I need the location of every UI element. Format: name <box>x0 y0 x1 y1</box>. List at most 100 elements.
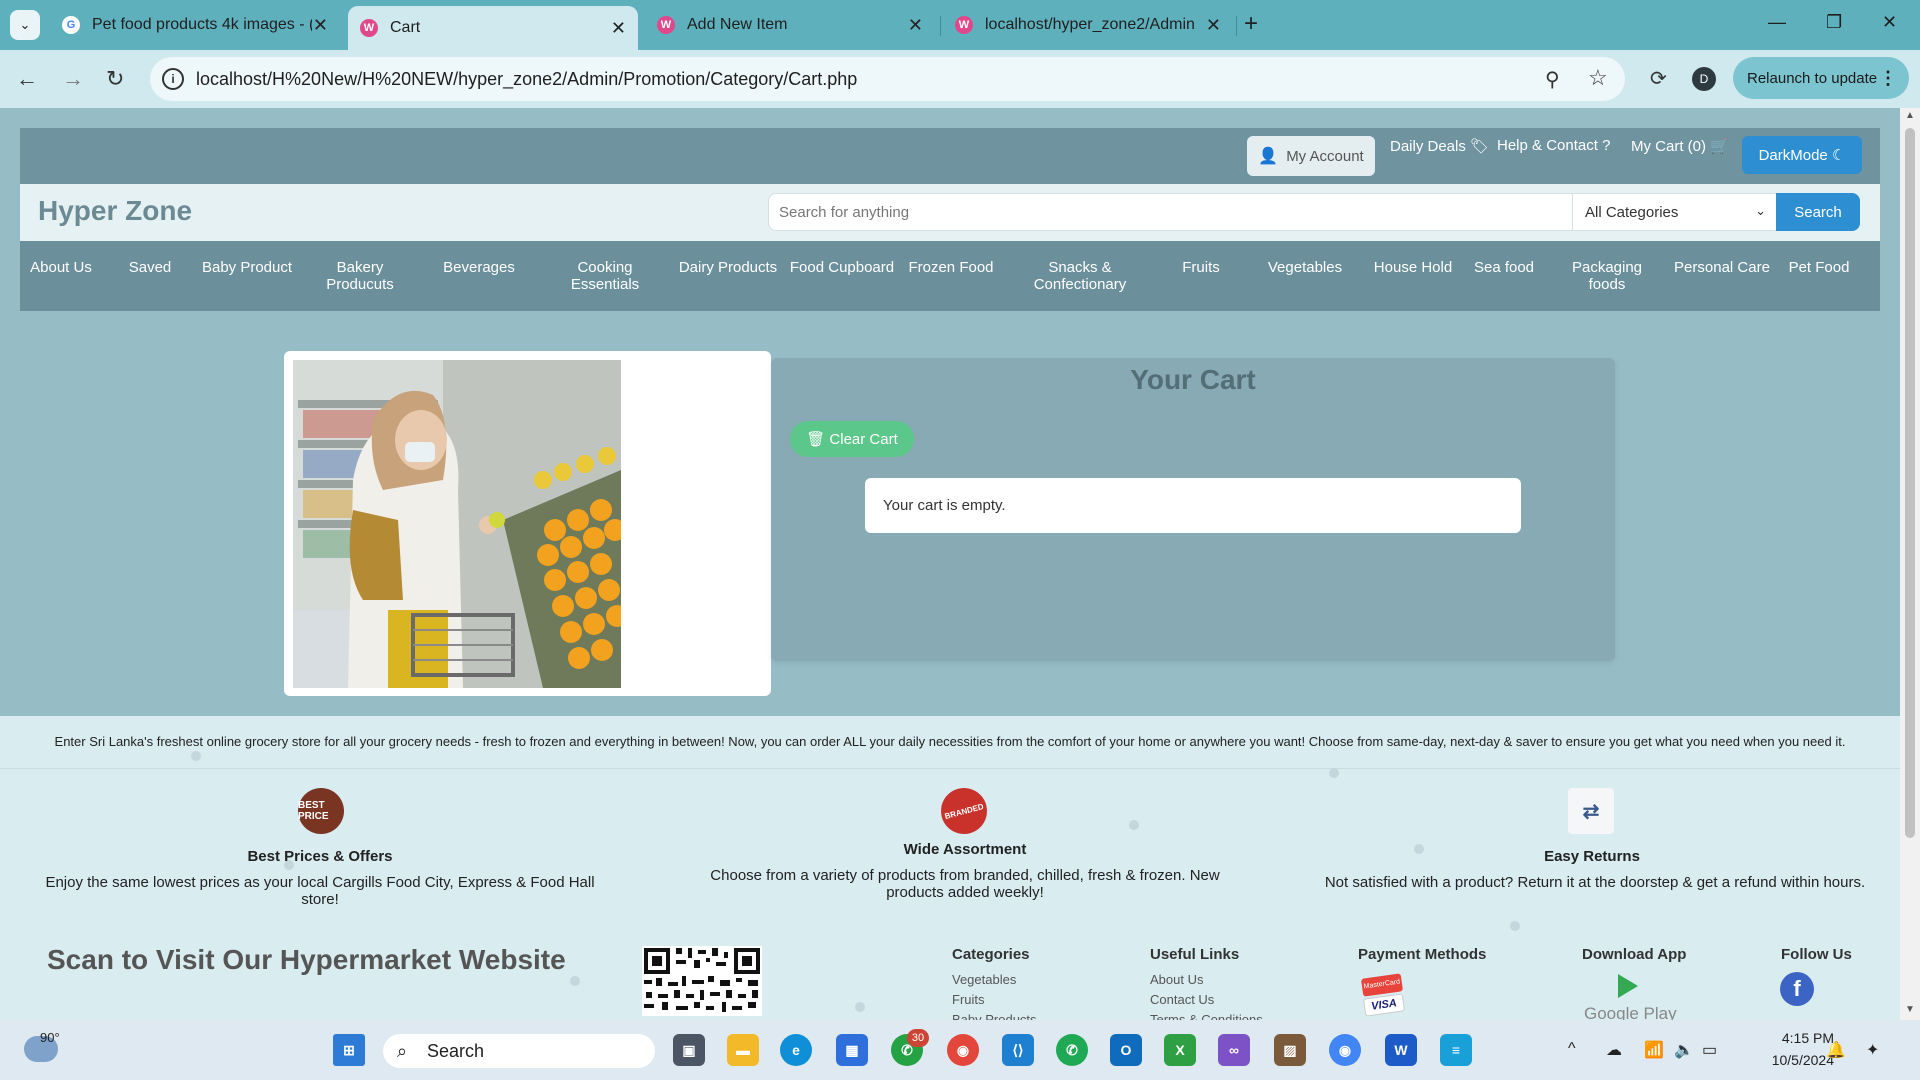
restore-icon[interactable]: ❐ <box>1826 12 1842 33</box>
zoom-icon[interactable]: ⚲ <box>1545 67 1560 92</box>
browser-tab[interactable]: G Pet food products 4k images - ( ✕ <box>50 6 340 44</box>
nav-item[interactable]: Saved <box>95 259 205 276</box>
forward-icon[interactable]: → <box>62 66 84 92</box>
chevron-down-icon: ⌄ <box>19 17 31 32</box>
tab-title: localhost/hyper_zone2/Admin/I <box>985 16 1195 33</box>
url-text[interactable]: localhost/H%20New/H%20NEW/hyper_zone2/Ad… <box>196 69 857 90</box>
relaunch-button[interactable]: Relaunch to update ⋮ <box>1733 57 1909 99</box>
close-icon[interactable]: ✕ <box>313 15 328 36</box>
show-hidden-icons[interactable]: ^ <box>1568 1040 1576 1058</box>
bookmark-star-icon[interactable]: ☆ <box>1588 65 1608 91</box>
outlook-icon[interactable]: O <box>1110 1034 1142 1066</box>
file-explorer-icon[interactable]: ▬ <box>727 1034 759 1066</box>
footer-link[interactable]: Terms & Conditions <box>1150 1012 1263 1020</box>
category-select[interactable]: All Categories ⌄ <box>1572 193 1777 231</box>
chrome-icon[interactable]: ◉ <box>947 1034 979 1066</box>
footer-link[interactable]: Vegetables <box>952 972 1016 987</box>
clock-date[interactable]: 10/5/2024 <box>1748 1052 1834 1068</box>
page-scrollbar[interactable]: ▲ ▼ <box>1900 108 1920 1020</box>
reload-icon[interactable]: ↻ <box>106 66 124 92</box>
footer-link[interactable]: Contact Us <box>1150 992 1214 1007</box>
taskbar-search[interactable]: ⌕ Search <box>383 1034 655 1068</box>
store-icon[interactable]: ▦ <box>836 1034 868 1066</box>
search-input[interactable]: Search for anything <box>768 193 1573 231</box>
chrome-profile-icon[interactable]: ◉ <box>1329 1034 1361 1066</box>
clear-cart-button[interactable]: 🗑 Clear Cart <box>790 421 914 457</box>
volume-icon[interactable]: 🔈 <box>1674 1040 1694 1060</box>
edge-icon[interactable]: e <box>780 1034 812 1066</box>
visual-studio-icon[interactable]: ∞ <box>1218 1034 1250 1066</box>
footer-heading: Download App <box>1582 946 1687 963</box>
tab-title: Cart <box>390 19 421 36</box>
my-account-button[interactable]: 👤 My Account <box>1247 136 1375 176</box>
scroll-down-icon[interactable]: ▼ <box>1905 1004 1915 1015</box>
tab-separator <box>1236 16 1237 36</box>
search-button[interactable]: Search <box>1776 193 1860 231</box>
qr-code[interactable] <box>642 946 762 1016</box>
browser-tab-active[interactable]: W Cart ✕ <box>348 6 638 50</box>
nav-item[interactable]: Cooking Essentials <box>550 259 660 293</box>
new-tab-button[interactable]: + <box>1244 10 1258 38</box>
scroll-up-icon[interactable]: ▲ <box>1905 110 1915 121</box>
clock-time[interactable]: 4:15 PM <box>1774 1030 1834 1046</box>
scrollbar-thumb[interactable] <box>1905 128 1915 838</box>
vscode-icon[interactable]: ⟨⟩ <box>1002 1034 1034 1066</box>
chevron-down-icon: ⌄ <box>1755 203 1766 218</box>
browser-tab[interactable]: W Add New Item ✕ <box>645 6 935 44</box>
back-icon[interactable]: ← <box>16 66 38 92</box>
footer-link[interactable]: About Us <box>1150 972 1203 987</box>
task-view-icon[interactable]: ▣ <box>673 1034 705 1066</box>
google-play-icon[interactable] <box>1618 974 1638 998</box>
notepad-icon[interactable]: ≡ <box>1440 1034 1472 1066</box>
whatsapp-desktop-icon[interactable]: ✆ <box>1056 1034 1088 1066</box>
tab-search-menu[interactable]: ⌄ <box>10 10 40 40</box>
nav-item[interactable]: Fruits <box>1146 259 1256 276</box>
browser-tab[interactable]: W localhost/hyper_zone2/Admin/I ✕ <box>943 6 1233 44</box>
window-close-icon[interactable]: ✕ <box>1882 12 1897 33</box>
site-info-icon[interactable]: i <box>162 68 184 90</box>
nav-item[interactable]: Bakery Producuts <box>305 259 415 293</box>
battery-icon[interactable]: ▭ <box>1702 1040 1717 1060</box>
nav-item[interactable]: Beverages <box>424 259 534 276</box>
close-icon[interactable]: ✕ <box>908 15 923 36</box>
divider <box>0 768 1900 769</box>
nav-item[interactable]: Food Cupboard <box>787 259 897 276</box>
photos-icon[interactable]: ▨ <box>1274 1034 1306 1066</box>
wifi-icon[interactable]: 📶 <box>1644 1040 1664 1060</box>
google-play-label[interactable]: Google Play <box>1584 1004 1677 1020</box>
nav-item[interactable]: Personal Care <box>1667 259 1777 276</box>
footer-link[interactable]: Baby Products <box>952 1012 1037 1020</box>
facebook-icon[interactable]: f <box>1780 972 1814 1006</box>
extensions-icon[interactable]: ⟳ <box>1650 66 1667 91</box>
brand-logo[interactable]: Hyper Zone <box>38 195 192 227</box>
user-icon: 👤 <box>1258 148 1279 165</box>
word-icon[interactable]: W <box>1385 1034 1417 1066</box>
footer-link[interactable]: Fruits <box>952 992 985 1007</box>
decorative-dot <box>855 1002 865 1012</box>
nav-item[interactable]: Packaging foods <box>1552 259 1662 293</box>
tag-icon: 🏷 <box>1470 138 1490 155</box>
close-icon[interactable]: ✕ <box>611 18 626 39</box>
nav-item[interactable]: Snacks & Confectionary <box>1015 259 1145 293</box>
nav-item[interactable]: Pet Food <box>1784 259 1854 276</box>
onedrive-icon[interactable]: ☁ <box>1606 1040 1622 1060</box>
help-contact-link[interactable]: Help & Contact ? <box>1497 137 1610 154</box>
nav-item[interactable]: House Hold <box>1358 259 1468 276</box>
daily-deals-link[interactable]: Daily Deals 🏷 <box>1390 137 1489 155</box>
nav-item[interactable]: Dairy Products <box>673 259 783 276</box>
more-menu-icon[interactable]: ⋮ <box>1879 68 1897 89</box>
dark-mode-button[interactable]: DarkMode ☾ <box>1742 136 1862 174</box>
notification-bell-icon[interactable]: 🔔 <box>1826 1040 1846 1060</box>
nav-item[interactable]: Frozen Food <box>896 259 1006 276</box>
nav-item[interactable]: Sea food <box>1456 259 1552 276</box>
nav-item[interactable]: Baby Product <box>192 259 302 276</box>
xampp-icon[interactable]: X <box>1164 1034 1196 1066</box>
start-icon[interactable]: ⊞ <box>333 1034 365 1066</box>
question-icon: ? <box>1602 137 1611 154</box>
nav-item[interactable]: Vegetables <box>1250 259 1360 276</box>
profile-avatar[interactable]: D <box>1692 67 1716 91</box>
my-cart-link[interactable]: My Cart (0) 🛒 <box>1631 137 1729 155</box>
minimize-icon[interactable]: — <box>1768 12 1786 33</box>
copilot-icon[interactable]: ✦ <box>1866 1040 1879 1060</box>
close-icon[interactable]: ✕ <box>1206 15 1221 36</box>
